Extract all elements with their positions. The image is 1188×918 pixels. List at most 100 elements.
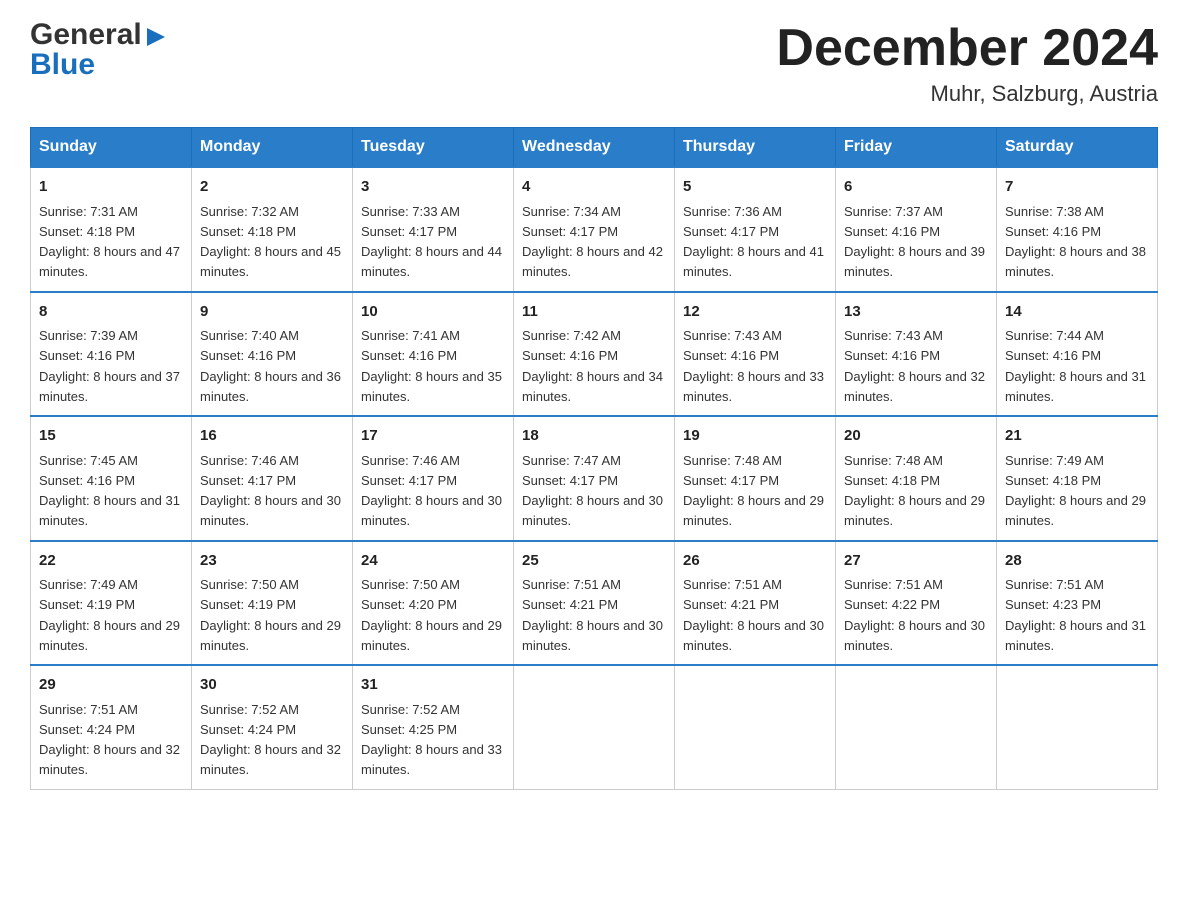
day-info: Sunrise: 7:43 AMSunset: 4:16 PMDaylight:… (844, 328, 985, 404)
day-number: 17 (361, 425, 505, 448)
month-year-title: December 2024 (776, 20, 1158, 77)
day-info: Sunrise: 7:33 AMSunset: 4:17 PMDaylight:… (361, 204, 502, 280)
calendar-cell: 18 Sunrise: 7:47 AMSunset: 4:17 PMDaylig… (514, 416, 675, 541)
day-info: Sunrise: 7:51 AMSunset: 4:24 PMDaylight:… (39, 702, 180, 778)
day-number: 4 (522, 176, 666, 199)
day-number: 23 (200, 550, 344, 573)
day-number: 28 (1005, 550, 1149, 573)
calendar-cell: 20 Sunrise: 7:48 AMSunset: 4:18 PMDaylig… (836, 416, 997, 541)
day-info: Sunrise: 7:52 AMSunset: 4:24 PMDaylight:… (200, 702, 341, 778)
day-number: 18 (522, 425, 666, 448)
calendar-cell: 27 Sunrise: 7:51 AMSunset: 4:22 PMDaylig… (836, 541, 997, 666)
day-info: Sunrise: 7:51 AMSunset: 4:21 PMDaylight:… (683, 577, 824, 653)
day-number: 3 (361, 176, 505, 199)
calendar-cell: 14 Sunrise: 7:44 AMSunset: 4:16 PMDaylig… (997, 292, 1158, 417)
title-area: December 2024 Muhr, Salzburg, Austria (776, 20, 1158, 107)
day-number: 1 (39, 176, 183, 199)
day-info: Sunrise: 7:40 AMSunset: 4:16 PMDaylight:… (200, 328, 341, 404)
day-info: Sunrise: 7:39 AMSunset: 4:16 PMDaylight:… (39, 328, 180, 404)
logo-blue-text: Blue (30, 50, 167, 80)
day-number: 5 (683, 176, 827, 199)
day-info: Sunrise: 7:52 AMSunset: 4:25 PMDaylight:… (361, 702, 502, 778)
day-number: 29 (39, 674, 183, 697)
column-header-saturday: Saturday (997, 128, 1158, 168)
day-number: 25 (522, 550, 666, 573)
day-info: Sunrise: 7:49 AMSunset: 4:18 PMDaylight:… (1005, 453, 1146, 529)
calendar-cell (836, 665, 997, 789)
day-info: Sunrise: 7:36 AMSunset: 4:17 PMDaylight:… (683, 204, 824, 280)
day-number: 10 (361, 301, 505, 324)
day-info: Sunrise: 7:46 AMSunset: 4:17 PMDaylight:… (361, 453, 502, 529)
calendar-cell: 8 Sunrise: 7:39 AMSunset: 4:16 PMDayligh… (31, 292, 192, 417)
day-info: Sunrise: 7:34 AMSunset: 4:17 PMDaylight:… (522, 204, 663, 280)
day-info: Sunrise: 7:48 AMSunset: 4:18 PMDaylight:… (844, 453, 985, 529)
logo-arrow-icon (145, 26, 167, 48)
day-info: Sunrise: 7:47 AMSunset: 4:17 PMDaylight:… (522, 453, 663, 529)
day-number: 6 (844, 176, 988, 199)
calendar-week-row: 22 Sunrise: 7:49 AMSunset: 4:19 PMDaylig… (31, 541, 1158, 666)
calendar-week-row: 29 Sunrise: 7:51 AMSunset: 4:24 PMDaylig… (31, 665, 1158, 789)
calendar-header-row: SundayMondayTuesdayWednesdayThursdayFrid… (31, 128, 1158, 168)
day-info: Sunrise: 7:37 AMSunset: 4:16 PMDaylight:… (844, 204, 985, 280)
column-header-sunday: Sunday (31, 128, 192, 168)
day-number: 9 (200, 301, 344, 324)
calendar-cell: 25 Sunrise: 7:51 AMSunset: 4:21 PMDaylig… (514, 541, 675, 666)
calendar-cell: 22 Sunrise: 7:49 AMSunset: 4:19 PMDaylig… (31, 541, 192, 666)
day-number: 16 (200, 425, 344, 448)
calendar-cell: 6 Sunrise: 7:37 AMSunset: 4:16 PMDayligh… (836, 167, 997, 292)
calendar-cell: 4 Sunrise: 7:34 AMSunset: 4:17 PMDayligh… (514, 167, 675, 292)
day-number: 22 (39, 550, 183, 573)
day-number: 14 (1005, 301, 1149, 324)
day-number: 19 (683, 425, 827, 448)
calendar-table: SundayMondayTuesdayWednesdayThursdayFrid… (30, 127, 1158, 790)
day-number: 26 (683, 550, 827, 573)
calendar-cell: 30 Sunrise: 7:52 AMSunset: 4:24 PMDaylig… (192, 665, 353, 789)
day-info: Sunrise: 7:49 AMSunset: 4:19 PMDaylight:… (39, 577, 180, 653)
day-info: Sunrise: 7:51 AMSunset: 4:23 PMDaylight:… (1005, 577, 1146, 653)
day-info: Sunrise: 7:32 AMSunset: 4:18 PMDaylight:… (200, 204, 341, 280)
day-info: Sunrise: 7:48 AMSunset: 4:17 PMDaylight:… (683, 453, 824, 529)
day-number: 20 (844, 425, 988, 448)
calendar-cell: 29 Sunrise: 7:51 AMSunset: 4:24 PMDaylig… (31, 665, 192, 789)
day-number: 8 (39, 301, 183, 324)
page-header: General Blue December 2024 Muhr, Salzbur… (30, 20, 1158, 107)
calendar-cell (675, 665, 836, 789)
day-info: Sunrise: 7:43 AMSunset: 4:16 PMDaylight:… (683, 328, 824, 404)
calendar-cell: 21 Sunrise: 7:49 AMSunset: 4:18 PMDaylig… (997, 416, 1158, 541)
day-number: 31 (361, 674, 505, 697)
column-header-thursday: Thursday (675, 128, 836, 168)
day-number: 30 (200, 674, 344, 697)
calendar-cell: 31 Sunrise: 7:52 AMSunset: 4:25 PMDaylig… (353, 665, 514, 789)
calendar-cell: 17 Sunrise: 7:46 AMSunset: 4:17 PMDaylig… (353, 416, 514, 541)
day-info: Sunrise: 7:42 AMSunset: 4:16 PMDaylight:… (522, 328, 663, 404)
day-info: Sunrise: 7:51 AMSunset: 4:22 PMDaylight:… (844, 577, 985, 653)
day-number: 12 (683, 301, 827, 324)
day-info: Sunrise: 7:31 AMSunset: 4:18 PMDaylight:… (39, 204, 180, 280)
day-number: 7 (1005, 176, 1149, 199)
day-info: Sunrise: 7:44 AMSunset: 4:16 PMDaylight:… (1005, 328, 1146, 404)
column-header-friday: Friday (836, 128, 997, 168)
location-subtitle: Muhr, Salzburg, Austria (776, 81, 1158, 107)
day-info: Sunrise: 7:50 AMSunset: 4:19 PMDaylight:… (200, 577, 341, 653)
day-number: 13 (844, 301, 988, 324)
calendar-week-row: 1 Sunrise: 7:31 AMSunset: 4:18 PMDayligh… (31, 167, 1158, 292)
calendar-cell: 23 Sunrise: 7:50 AMSunset: 4:19 PMDaylig… (192, 541, 353, 666)
calendar-cell: 26 Sunrise: 7:51 AMSunset: 4:21 PMDaylig… (675, 541, 836, 666)
calendar-cell: 24 Sunrise: 7:50 AMSunset: 4:20 PMDaylig… (353, 541, 514, 666)
logo-general-text: General (30, 20, 142, 50)
calendar-cell: 11 Sunrise: 7:42 AMSunset: 4:16 PMDaylig… (514, 292, 675, 417)
day-info: Sunrise: 7:46 AMSunset: 4:17 PMDaylight:… (200, 453, 341, 529)
calendar-cell: 7 Sunrise: 7:38 AMSunset: 4:16 PMDayligh… (997, 167, 1158, 292)
column-header-monday: Monday (192, 128, 353, 168)
column-header-wednesday: Wednesday (514, 128, 675, 168)
day-info: Sunrise: 7:45 AMSunset: 4:16 PMDaylight:… (39, 453, 180, 529)
day-number: 15 (39, 425, 183, 448)
calendar-cell: 13 Sunrise: 7:43 AMSunset: 4:16 PMDaylig… (836, 292, 997, 417)
calendar-cell: 2 Sunrise: 7:32 AMSunset: 4:18 PMDayligh… (192, 167, 353, 292)
day-info: Sunrise: 7:51 AMSunset: 4:21 PMDaylight:… (522, 577, 663, 653)
calendar-cell: 10 Sunrise: 7:41 AMSunset: 4:16 PMDaylig… (353, 292, 514, 417)
calendar-cell (514, 665, 675, 789)
logo: General Blue (30, 20, 167, 80)
calendar-cell: 5 Sunrise: 7:36 AMSunset: 4:17 PMDayligh… (675, 167, 836, 292)
calendar-cell: 15 Sunrise: 7:45 AMSunset: 4:16 PMDaylig… (31, 416, 192, 541)
